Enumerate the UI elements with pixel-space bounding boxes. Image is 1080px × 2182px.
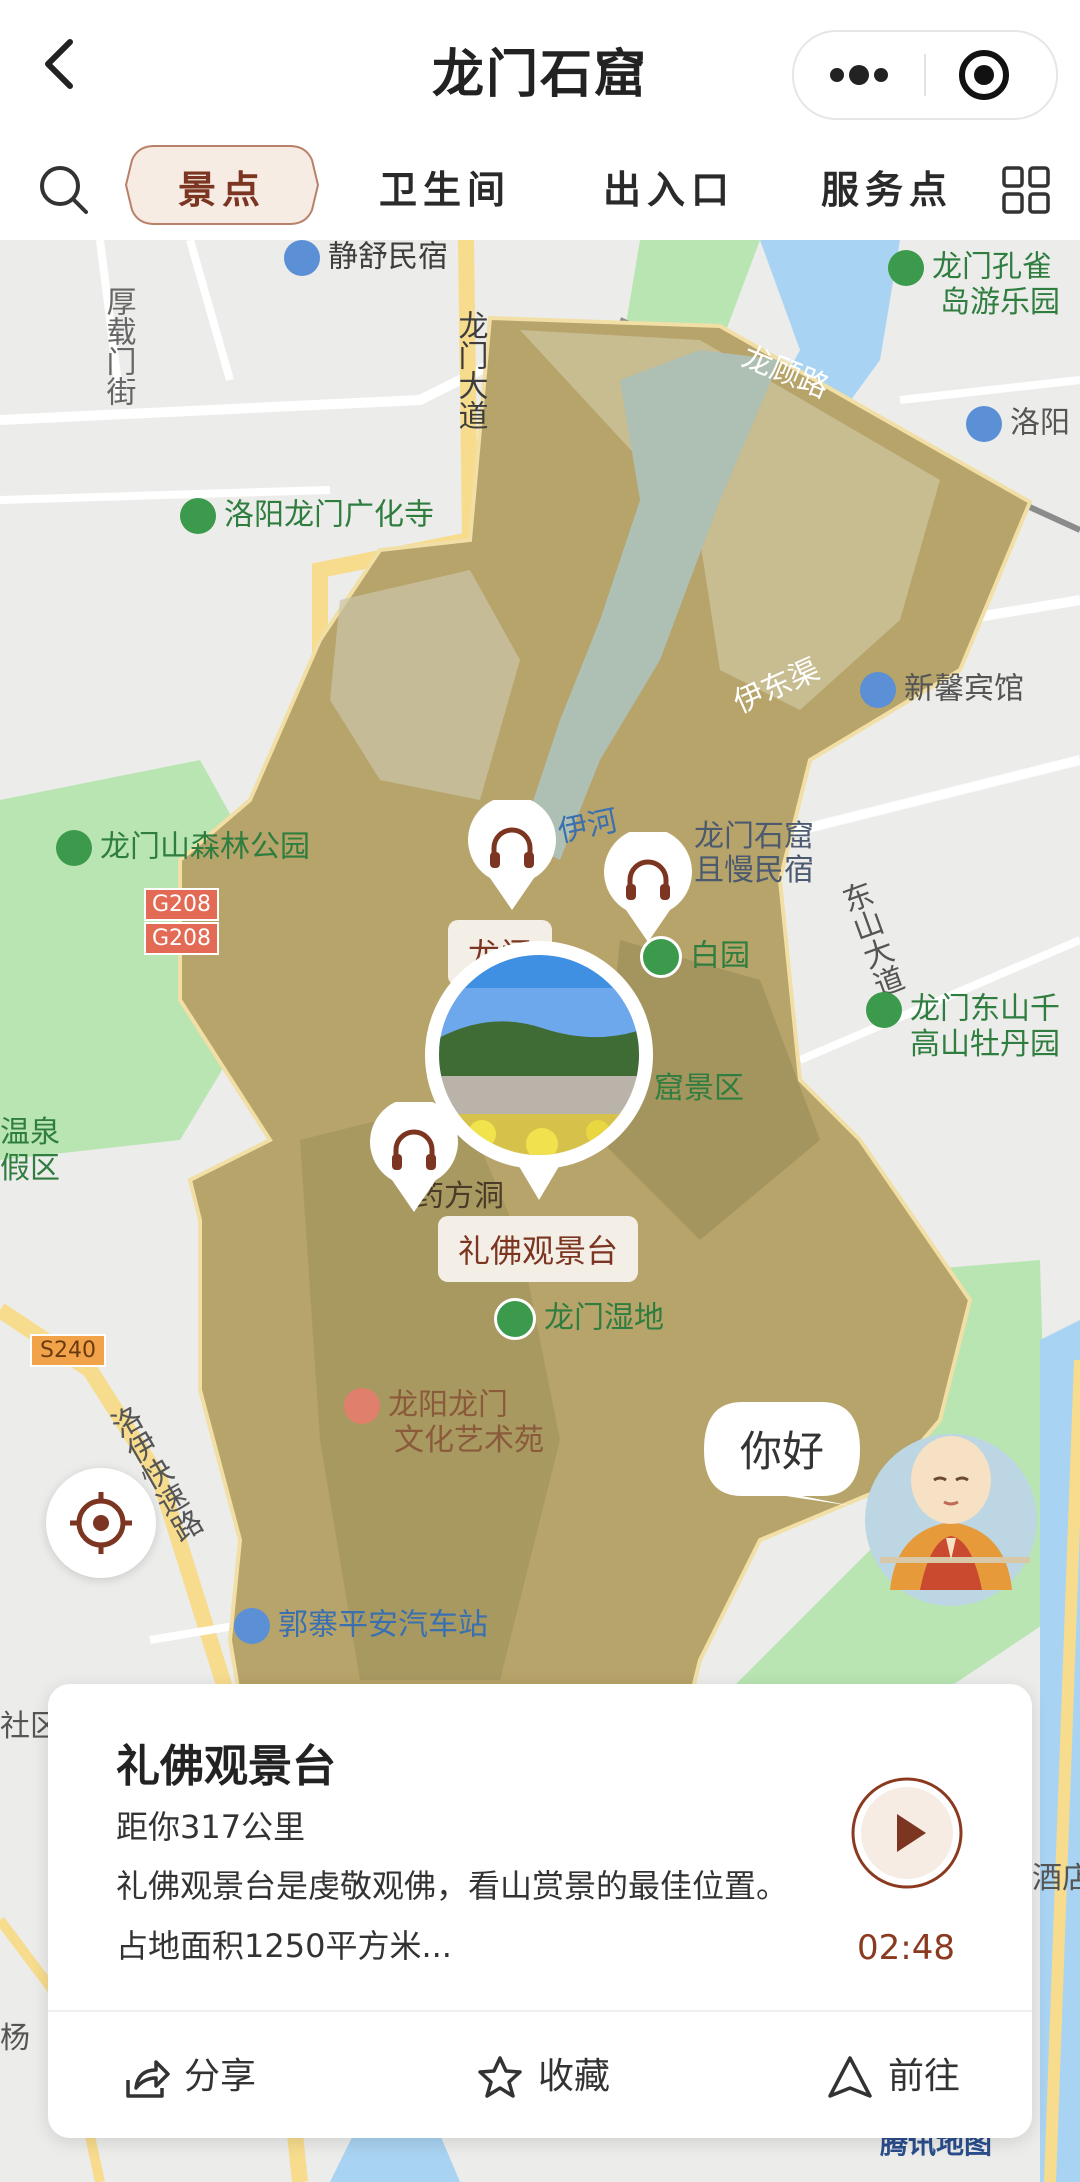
selected-spot-label[interactable]: 礼佛观景台 bbox=[438, 1216, 639, 1282]
poi-edge-yang: 杨 bbox=[0, 2021, 30, 2056]
share-label: 分享 bbox=[184, 2056, 257, 2097]
search-icon bbox=[40, 166, 88, 214]
poi-minsu-line1[interactable]: 龙门石窟 bbox=[694, 819, 814, 855]
favorite-button[interactable]: 收藏 bbox=[476, 2018, 676, 2136]
highway-g208-a: G208 bbox=[144, 888, 220, 922]
spot-info-card[interactable]: 礼佛观景台 距你317公里 礼佛观景台是虔敬观佛，看山赏景的最佳位置。占地面积1… bbox=[48, 1684, 1032, 2138]
hotel-icon bbox=[966, 406, 1002, 442]
poi-peacock-island[interactable]: 龙门孔雀 bbox=[888, 250, 1052, 286]
all-categories-button[interactable] bbox=[994, 158, 1058, 222]
more-button[interactable] bbox=[794, 32, 924, 118]
locate-icon bbox=[70, 1492, 132, 1554]
attraction-icon bbox=[888, 250, 924, 286]
poi-luoyang-hotel[interactable]: 洛阳 bbox=[966, 406, 1070, 442]
tab-service-points[interactable]: 服务点 bbox=[802, 150, 972, 230]
category-tabs: 景点 卫生间 出入口 服务点 bbox=[0, 140, 1080, 240]
road-longmen-dadao: 龙门大道 bbox=[452, 310, 488, 430]
poi-hotel-edge: 酒店 bbox=[1032, 1861, 1080, 1896]
star-icon bbox=[478, 2056, 522, 2098]
poi-bus-station[interactable]: 郭寨平安汽车站 bbox=[234, 1608, 488, 1644]
close-button[interactable] bbox=[926, 32, 1056, 118]
poi-hot-spring-line1: 温泉 bbox=[0, 1115, 60, 1150]
audio-duration: 02:48 bbox=[857, 1928, 955, 1968]
tab-entrances[interactable]: 出入口 bbox=[584, 150, 754, 230]
audio-guide-pin-1[interactable] bbox=[464, 800, 560, 914]
share-button[interactable]: 分享 bbox=[122, 2018, 322, 2136]
navigate-button[interactable]: 前往 bbox=[826, 2018, 1026, 2136]
tab-restrooms[interactable]: 卫生间 bbox=[360, 150, 530, 230]
tab-scenic-spots[interactable]: 景点 bbox=[124, 150, 320, 230]
park-icon bbox=[866, 992, 902, 1028]
poi-peony-garden[interactable]: 龙门东山千 bbox=[866, 992, 1060, 1028]
poi-forest-park[interactable]: 龙门山森林公园 bbox=[56, 830, 310, 866]
selected-spot-photo-pin[interactable] bbox=[422, 938, 656, 1202]
poi-guanghua-temple[interactable]: 洛阳龙门广化寺 bbox=[180, 498, 434, 534]
bus-icon bbox=[234, 1608, 270, 1644]
spot-photo-thumbnail bbox=[439, 955, 639, 1155]
highway-g208-b: G208 bbox=[144, 922, 220, 956]
locate-button[interactable] bbox=[46, 1468, 156, 1578]
museum-icon bbox=[344, 1388, 380, 1424]
poi-culture-garden[interactable]: 龙阳龙门 bbox=[344, 1388, 508, 1424]
favorite-label: 收藏 bbox=[538, 2056, 611, 2097]
poi-xinxin-hotel[interactable]: 新馨宾馆 bbox=[860, 672, 1024, 708]
poi-wetland[interactable]: 龙门湿地 bbox=[494, 1298, 664, 1340]
poi-jingshu-inn[interactable]: 静舒民宿 bbox=[284, 240, 448, 276]
monk-guide-avatar[interactable] bbox=[860, 1410, 1042, 1610]
hotel-icon bbox=[284, 240, 320, 276]
poi-culture-garden-line2: 文化艺术苑 bbox=[394, 1423, 544, 1458]
spot-title: 礼佛观景台 bbox=[116, 1741, 336, 1792]
poi-hot-spring-line2: 假区 bbox=[0, 1151, 60, 1186]
audio-guide-pin-2[interactable] bbox=[600, 832, 696, 946]
navigation-bar: 龙门石窟 bbox=[0, 0, 1080, 140]
search-button[interactable] bbox=[32, 158, 96, 222]
navigate-icon bbox=[828, 2056, 872, 2098]
poi-peony-garden-line2: 高山牡丹园 bbox=[910, 1027, 1060, 1062]
more-dots-icon bbox=[830, 65, 888, 85]
temple-icon bbox=[180, 498, 216, 534]
street-houzai: 厚载门街 bbox=[100, 286, 136, 406]
hotel-icon bbox=[860, 672, 896, 708]
guide-speech-bubble[interactable]: 你好 bbox=[702, 1400, 862, 1508]
bubble-text: 你好 bbox=[739, 1427, 824, 1476]
card-divider bbox=[48, 2010, 1032, 2012]
poi-minsu-line2: 且慢民宿 bbox=[694, 853, 814, 888]
poi-peacock-island-line2: 岛游乐园 bbox=[940, 285, 1060, 320]
spot-distance: 距你317公里 bbox=[116, 1808, 306, 1846]
poi-grottoes-area[interactable]: 窟景区 bbox=[654, 1071, 744, 1107]
play-icon bbox=[851, 1777, 963, 1889]
mini-program-capsule bbox=[792, 30, 1058, 120]
audio-play-button[interactable] bbox=[850, 1776, 964, 1890]
grid-icon bbox=[1002, 166, 1050, 214]
spot-description: 礼佛观景台是虔敬观佛，看山赏景的最佳位置。占地面积1250平方米... bbox=[116, 1867, 789, 1965]
navigate-label: 前往 bbox=[888, 2056, 961, 2097]
tree-icon bbox=[494, 1298, 536, 1340]
highway-s240: S240 bbox=[30, 1334, 106, 1368]
camera-icon bbox=[56, 830, 92, 866]
target-close-icon bbox=[959, 50, 1009, 100]
share-icon bbox=[126, 2060, 170, 2098]
